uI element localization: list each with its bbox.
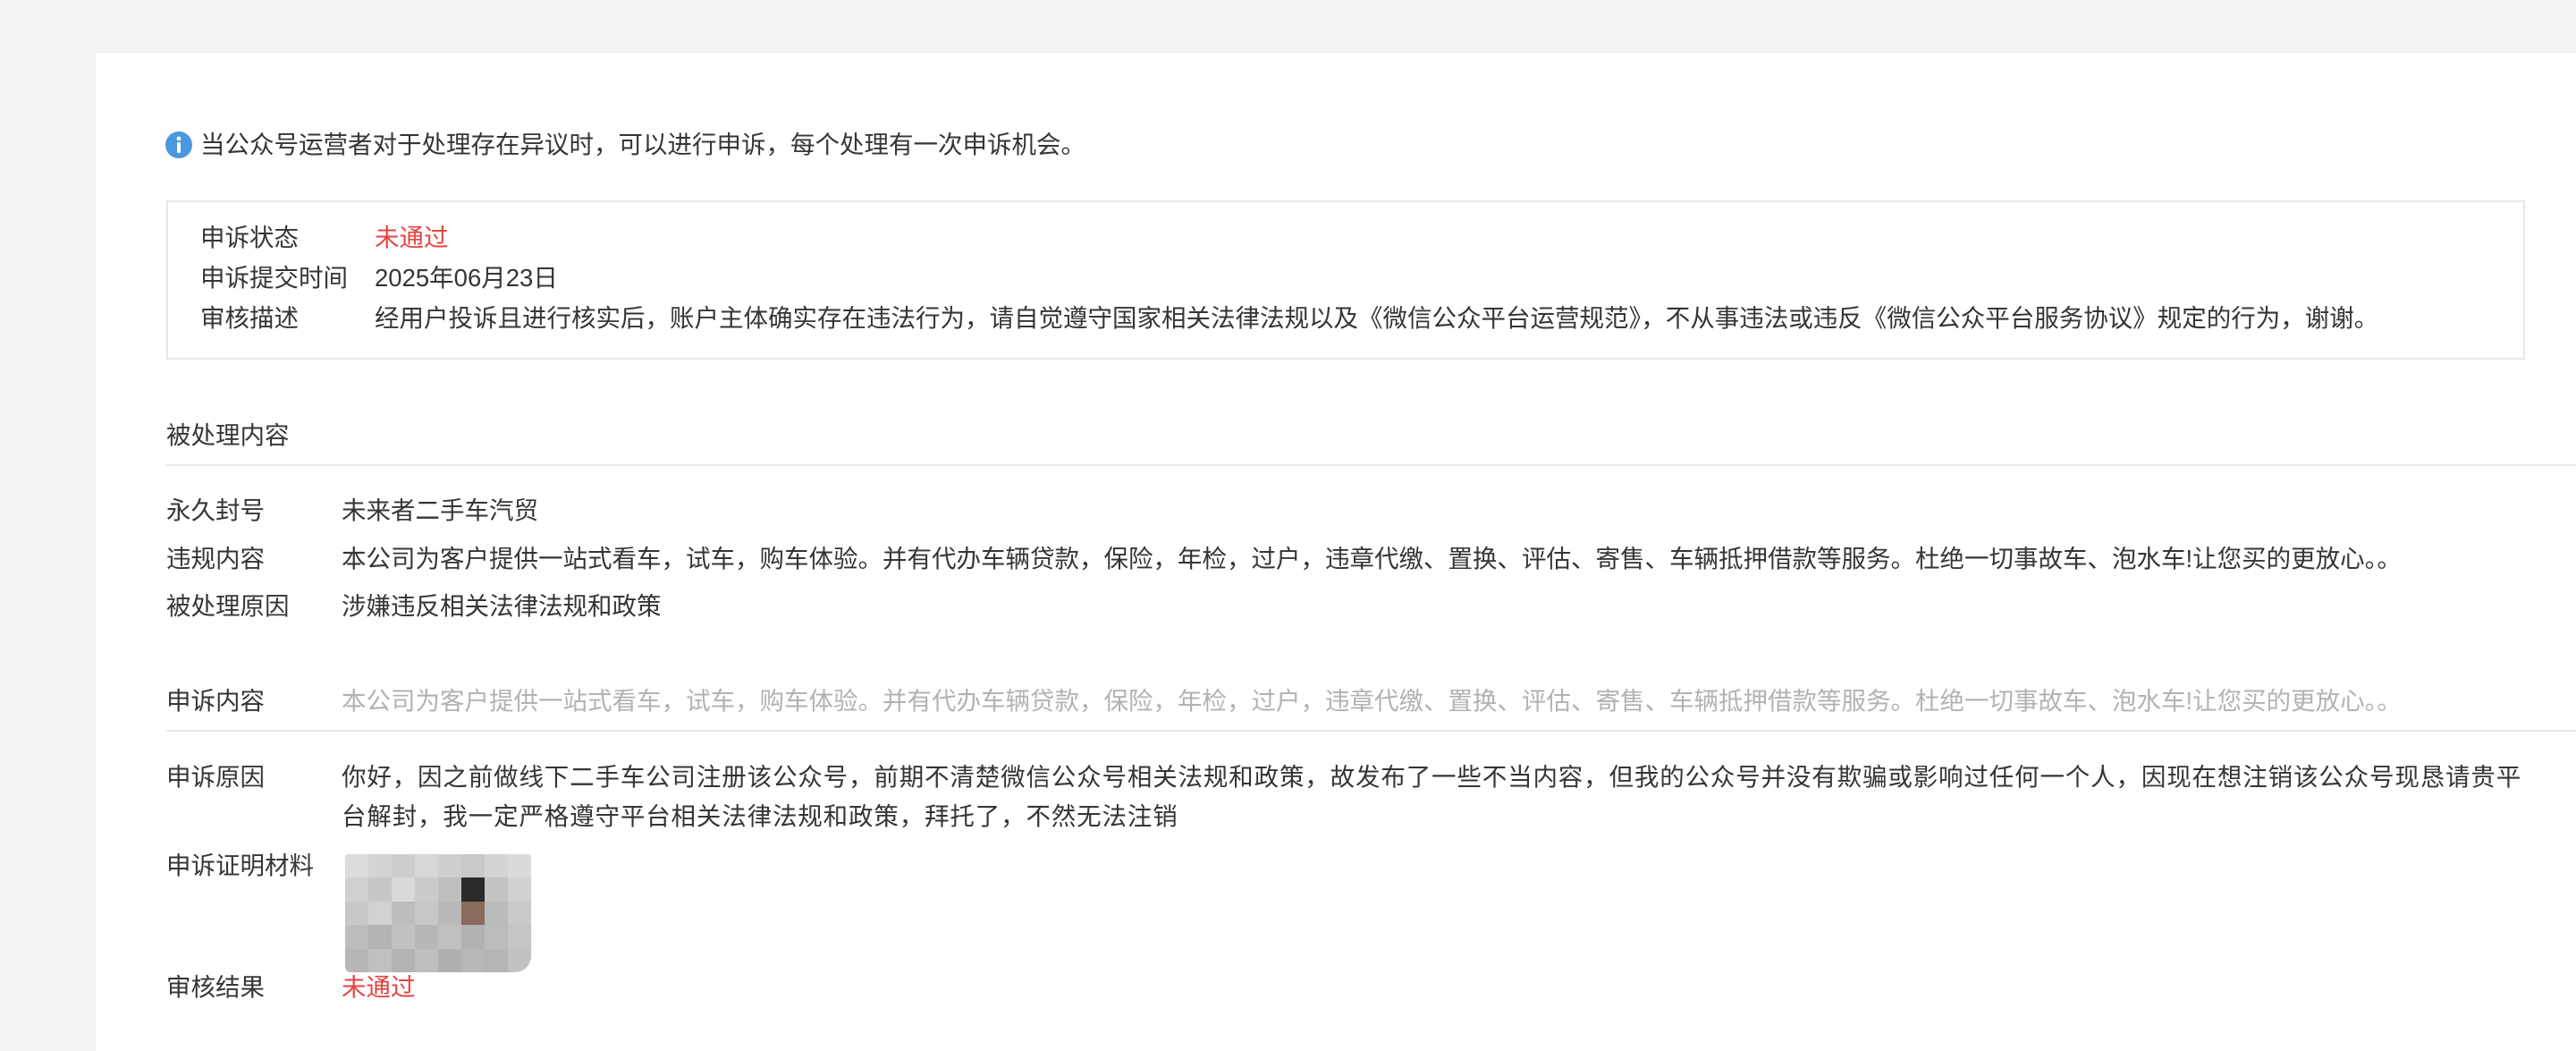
appeal-detail-panel: 当公众号运营者对于处理存在异议时，可以进行申诉，每个处理有一次申诉机会。 申诉状… xyxy=(96,53,2576,1051)
thumbnail-pixel xyxy=(415,901,438,926)
penalty-row: 永久封号 未来者二手车汽贸 xyxy=(166,491,2525,530)
processed-content-title: 被处理内容 xyxy=(166,421,290,449)
appeal-notice: 当公众号运营者对于处理存在异议时，可以进行申诉，每个处理有一次申诉机会。 xyxy=(165,125,1085,165)
appeal-submit-time-label: 申诉提交时间 xyxy=(200,264,348,292)
thumbnail-pixel xyxy=(345,877,368,902)
processing-reason-row: 被处理原因 涉嫌违反相关法律法规和政策 xyxy=(166,587,2525,626)
appeal-content-row: 申诉内容 本公司为客户提供一站式看车，试车，购车体验。并有代办车辆贷款，保险，年… xyxy=(166,682,2525,721)
thumbnail-pixel xyxy=(415,877,438,902)
thumbnail-pixel xyxy=(368,901,392,926)
thumbnail-pixel xyxy=(485,854,508,878)
account-name-value: 未来者二手车汽贸 xyxy=(342,496,538,524)
notice-text: 当公众号运营者对于处理存在异议时，可以进行申诉，每个处理有一次申诉机会。 xyxy=(200,131,1085,158)
thumbnail-pixel xyxy=(345,925,368,949)
review-description-row: 审核描述 经用户投诉且进行核实后，账户主体确实存在违法行为，请自觉遵守国家相关法… xyxy=(200,298,2505,338)
appeal-divider xyxy=(166,730,2576,732)
page-root: 当公众号运营者对于处理存在异议时，可以进行申诉，每个处理有一次申诉机会。 申诉状… xyxy=(0,0,2576,1051)
thumbnail-pixel xyxy=(392,877,415,902)
thumbnail-pixel xyxy=(368,854,392,878)
appeal-reason-row: 申诉原因 你好，因之前做线下二手车公司注册该公众号，前期不清楚微信公众号相关法规… xyxy=(166,758,2525,836)
review-result-value: 未通过 xyxy=(342,973,416,1001)
thumbnail-pixel xyxy=(392,925,415,949)
appeal-submit-time-value: 2025年06月23日 xyxy=(375,264,558,292)
thumbnail-pixel xyxy=(345,854,368,878)
appeal-status-value: 未通过 xyxy=(375,224,449,251)
thumbnail-pixel xyxy=(438,854,461,878)
thumbnail-pixel xyxy=(438,877,461,902)
thumbnail-pixel xyxy=(345,901,368,926)
appeal-status-label: 申诉状态 xyxy=(200,224,299,251)
thumbnail-pixel xyxy=(485,877,508,902)
thumbnail-pixel xyxy=(485,901,508,926)
thumbnail-pixel xyxy=(461,901,485,926)
thumbnail-pixel xyxy=(508,877,531,902)
penalty-label: 永久封号 xyxy=(166,496,265,524)
thumbnail-pixel xyxy=(508,901,531,926)
thumbnail-pixel xyxy=(508,854,531,878)
thumbnail-pixel xyxy=(461,877,485,902)
thumbnail-pixel xyxy=(392,854,415,878)
review-result-label: 审核结果 xyxy=(166,973,265,1001)
thumbnail-pixel xyxy=(415,854,438,878)
thumbnail-pixel xyxy=(438,925,461,949)
section-divider xyxy=(166,464,2576,466)
thumbnail-pixel xyxy=(461,925,485,949)
appeal-submit-time-row: 申诉提交时间 2025年06月23日 xyxy=(200,258,2505,298)
info-icon xyxy=(165,131,193,159)
appeal-evidence-label: 申诉证明材料 xyxy=(166,852,314,879)
review-description-label: 审核描述 xyxy=(200,304,299,332)
violation-content-label: 违规内容 xyxy=(166,545,265,572)
processing-reason-value: 涉嫌违反相关法律法规和政策 xyxy=(342,592,662,620)
violation-content-row: 违规内容 本公司为客户提供一站式看车，试车，购车体验。并有代办车辆贷款，保险，年… xyxy=(166,539,2525,579)
appeal-content-label: 申诉内容 xyxy=(166,687,265,715)
thumbnail-pixel xyxy=(392,901,415,926)
appeal-summary-box: 申诉状态 未通过 申诉提交时间 2025年06月23日 审核描述 经用户投诉且进… xyxy=(166,200,2525,360)
thumbnail-pixel xyxy=(508,925,531,949)
appeal-status-row: 申诉状态 未通过 xyxy=(200,217,2505,258)
review-result-row: 审核结果 未通过 xyxy=(166,968,2525,1007)
evidence-thumbnail[interactable] xyxy=(345,854,531,972)
thumbnail-pixel xyxy=(461,854,485,878)
thumbnail-pixel xyxy=(438,901,461,926)
violation-content-value: 本公司为客户提供一站式看车，试车，购车体验。并有代办车辆贷款，保险，年检，过户，… xyxy=(342,545,2402,572)
thumbnail-pixel xyxy=(485,925,508,949)
processing-reason-label: 被处理原因 xyxy=(166,592,290,620)
review-description-value: 经用户投诉且进行核实后，账户主体确实存在违法行为，请自觉遵守国家相关法律法规以及… xyxy=(375,304,2379,332)
appeal-content-value: 本公司为客户提供一站式看车，试车，购车体验。并有代办车辆贷款，保险，年检，过户，… xyxy=(342,687,2402,715)
appeal-reason-value: 你好，因之前做线下二手车公司注册该公众号，前期不清楚微信公众号相关法规和政策，故… xyxy=(342,763,2522,830)
thumbnail-pixel xyxy=(368,877,392,902)
thumbnail-pixel xyxy=(415,925,438,949)
appeal-reason-label: 申诉原因 xyxy=(166,763,265,791)
thumbnail-pixel xyxy=(368,925,392,949)
